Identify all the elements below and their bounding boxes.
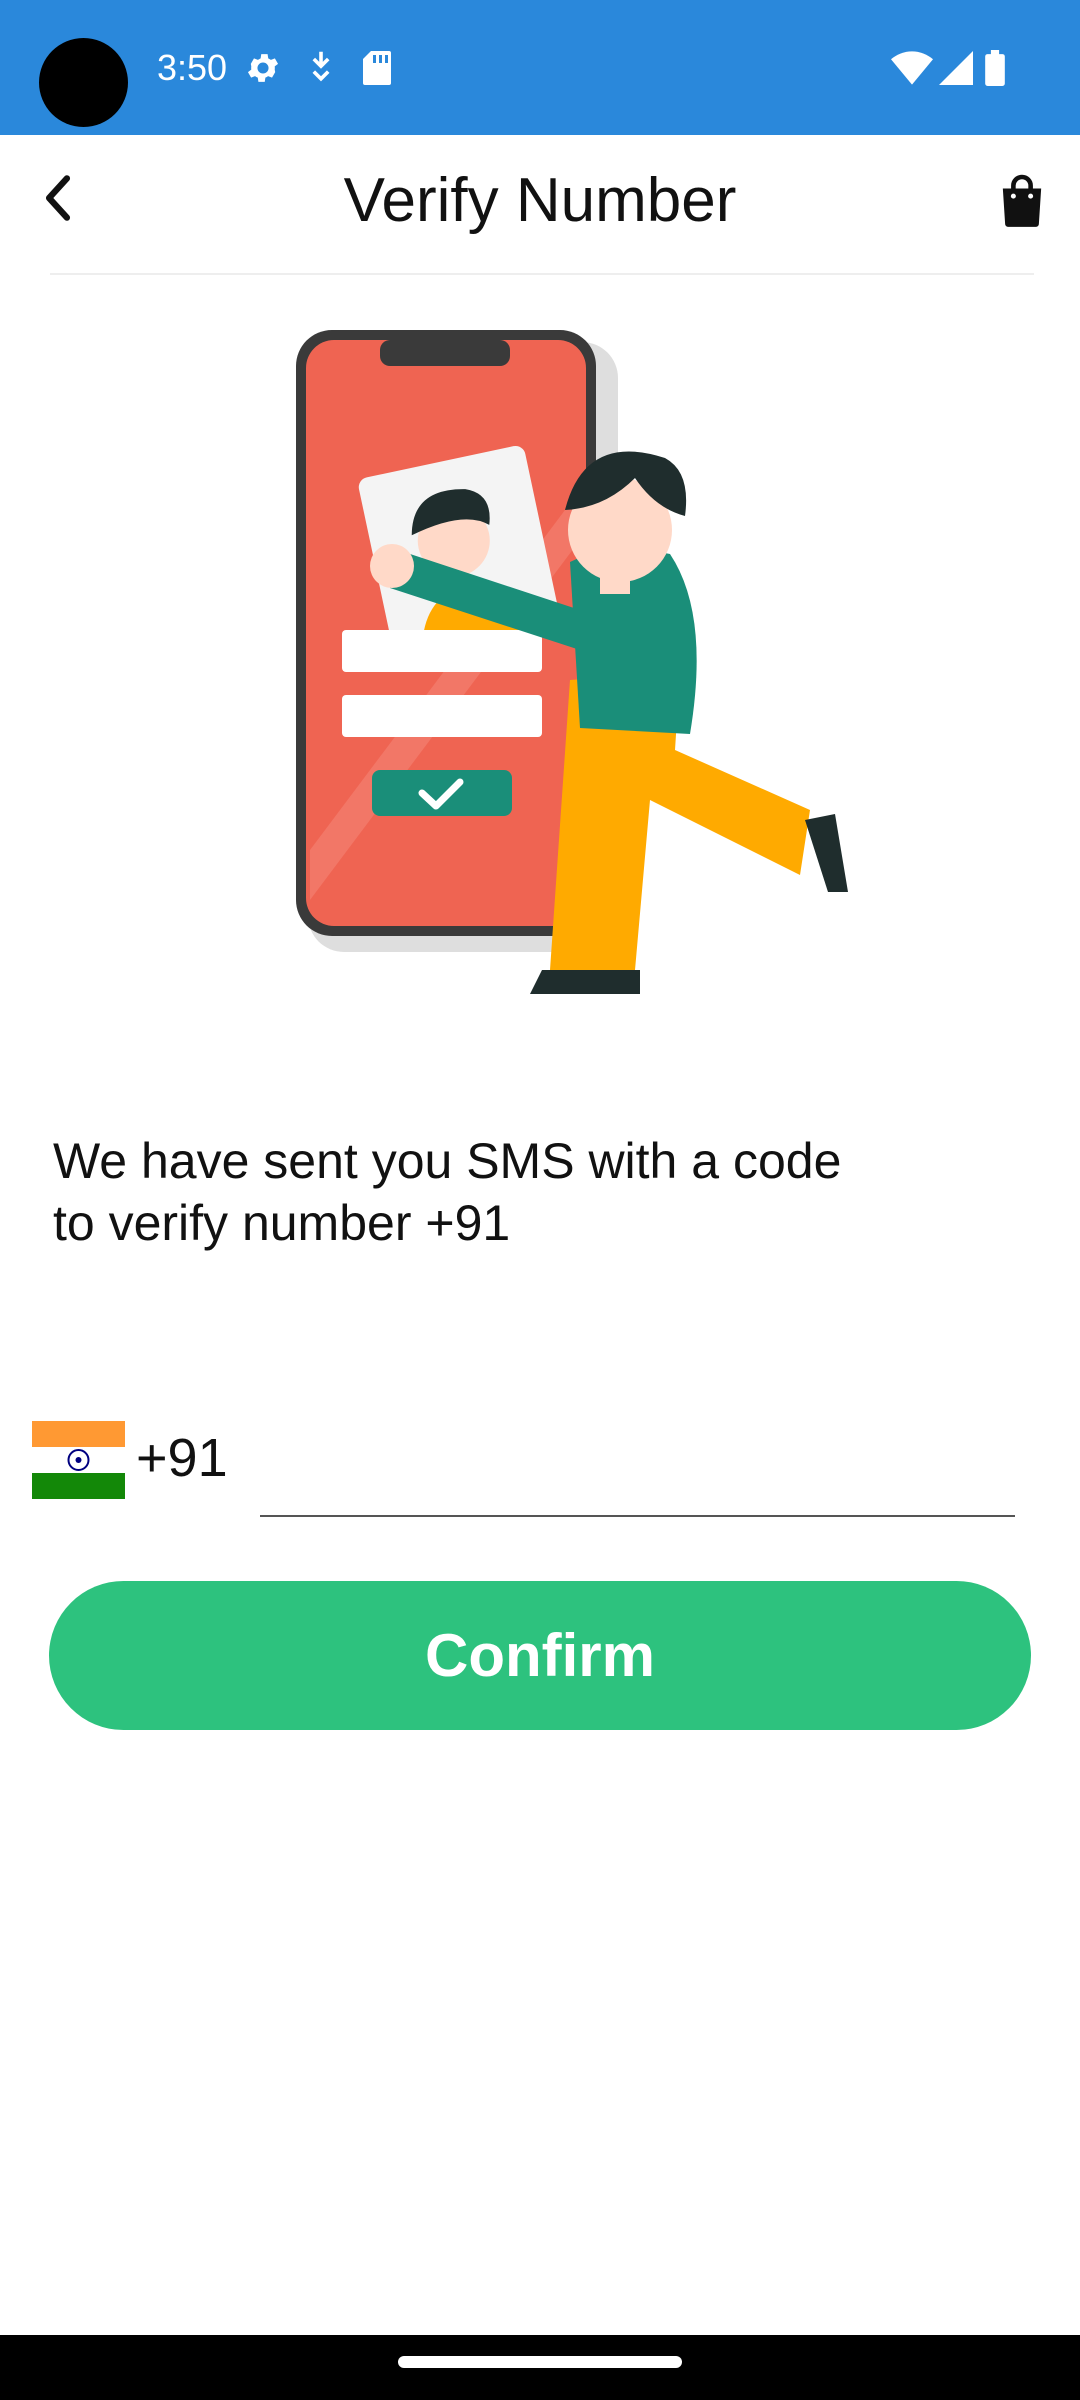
page-title: Verify Number [343, 166, 737, 235]
sd-card-icon [360, 48, 394, 88]
sms-message: We have sent you SMS with a code to veri… [53, 1133, 842, 1251]
cart-button[interactable] [992, 165, 1052, 235]
camera-cutout [39, 38, 128, 127]
country-code[interactable]: +91 [136, 1425, 228, 1491]
wifi-icon [890, 48, 934, 88]
status-time: 3:50 [157, 47, 228, 88]
verification-illustration [280, 330, 880, 1010]
header-divider [50, 273, 1034, 275]
download-status-icon [305, 48, 337, 88]
confirm-button[interactable]: Confirm [49, 1581, 1031, 1730]
home-indicator[interactable] [398, 2356, 682, 2368]
cellular-signal-icon [936, 48, 976, 88]
india-flag-icon[interactable] [32, 1421, 125, 1499]
battery-icon [982, 48, 1008, 88]
phone-number-input[interactable] [260, 1415, 1015, 1517]
phone-input-row: +91 [32, 1415, 1032, 1525]
status-bar: 3:50 [0, 0, 1080, 135]
app-header: Verify Number [0, 135, 1080, 275]
shopping-bag-icon [1002, 174, 1042, 227]
settings-gear-icon [243, 48, 283, 88]
